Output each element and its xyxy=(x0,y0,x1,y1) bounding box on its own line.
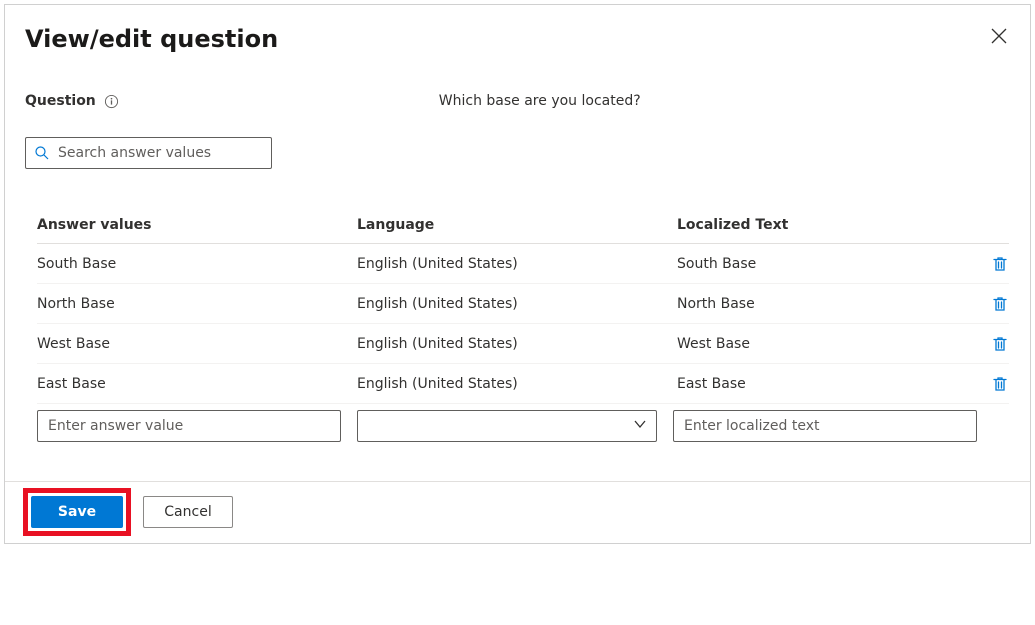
view-edit-question-panel: View/edit question Question Which base a… xyxy=(4,4,1031,544)
cell-answer: North Base xyxy=(37,296,357,312)
cell-language: English (United States) xyxy=(357,296,677,312)
question-row: Question Which base are you located? xyxy=(25,93,1010,109)
cancel-button[interactable]: Cancel xyxy=(143,496,233,528)
new-answer-row xyxy=(37,410,1009,442)
close-icon[interactable] xyxy=(988,25,1010,47)
delete-row-icon[interactable] xyxy=(991,375,1009,393)
cell-language: English (United States) xyxy=(357,376,677,392)
info-icon[interactable] xyxy=(104,94,119,109)
cell-localized: South Base xyxy=(677,256,969,272)
table-header: Answer values Language Localized Text xyxy=(37,217,1009,244)
search-answer-values[interactable] xyxy=(25,137,272,169)
question-text: Which base are you located? xyxy=(439,93,641,109)
answer-value-input[interactable] xyxy=(37,410,341,442)
delete-row-icon[interactable] xyxy=(991,255,1009,273)
language-select[interactable] xyxy=(357,410,657,442)
cell-answer: South Base xyxy=(37,256,357,272)
panel-footer: Save Cancel xyxy=(5,481,1030,543)
cell-answer: West Base xyxy=(37,336,357,352)
table-row[interactable]: South BaseEnglish (United States)South B… xyxy=(37,244,1009,284)
panel-header: View/edit question xyxy=(25,25,1010,53)
search-icon xyxy=(34,145,50,161)
col-language[interactable]: Language xyxy=(357,217,677,233)
col-answer-values[interactable]: Answer values xyxy=(37,217,357,233)
cell-localized: West Base xyxy=(677,336,969,352)
cell-answer: East Base xyxy=(37,376,357,392)
search-input[interactable] xyxy=(58,145,263,161)
cell-localized: North Base xyxy=(677,296,969,312)
cell-language: English (United States) xyxy=(357,336,677,352)
panel-title: View/edit question xyxy=(25,25,278,53)
delete-row-icon[interactable] xyxy=(991,295,1009,313)
delete-row-icon[interactable] xyxy=(991,335,1009,353)
table-row[interactable]: West BaseEnglish (United States)West Bas… xyxy=(37,324,1009,364)
save-highlight: Save xyxy=(23,488,131,536)
table-row[interactable]: East BaseEnglish (United States)East Bas… xyxy=(37,364,1009,404)
col-localized-text[interactable]: Localized Text xyxy=(677,217,969,233)
table-row[interactable]: North BaseEnglish (United States)North B… xyxy=(37,284,1009,324)
cell-language: English (United States) xyxy=(357,256,677,272)
save-button[interactable]: Save xyxy=(31,496,123,528)
cell-localized: East Base xyxy=(677,376,969,392)
answer-values-table: Answer values Language Localized Text So… xyxy=(37,217,1009,442)
localized-text-input[interactable] xyxy=(673,410,977,442)
question-label: Question xyxy=(25,93,96,109)
